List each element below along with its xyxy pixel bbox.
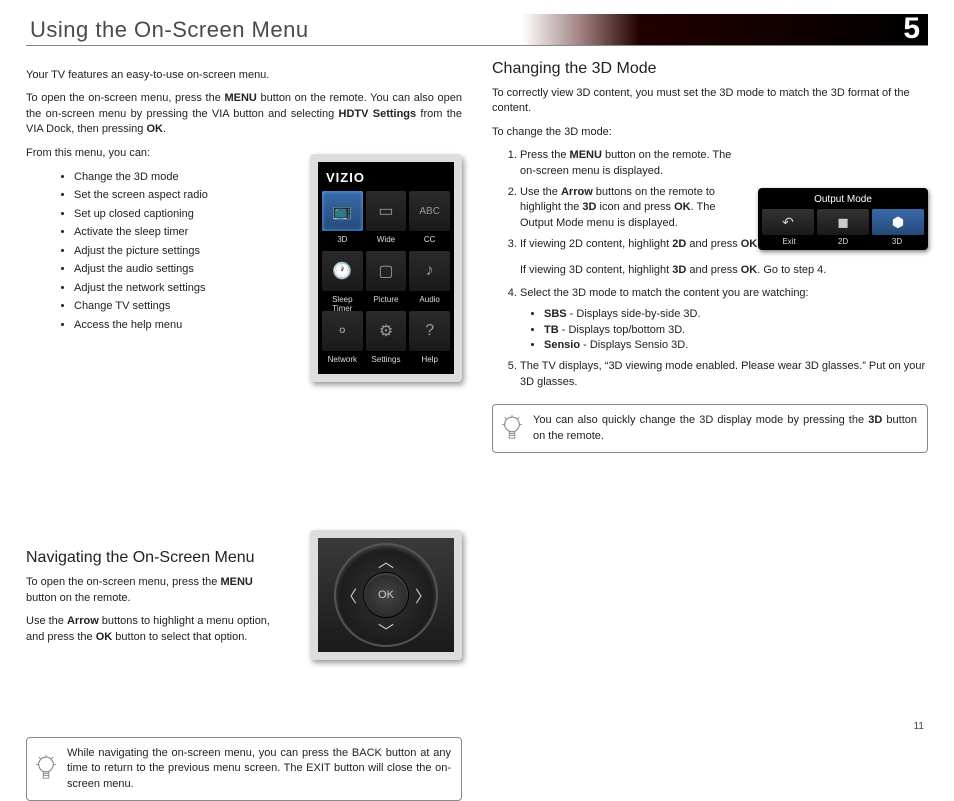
left-column: Your TV features an easy-to-use on-scree… xyxy=(26,60,462,801)
list-item: Set up closed captioning xyxy=(74,206,286,223)
mode-item: SBS - Displays side-by-side 3D. xyxy=(544,307,928,322)
list-item: Change TV settings xyxy=(74,298,286,315)
chevron-left-icon: 〈 xyxy=(341,583,357,607)
chapter-number: 5 xyxy=(903,12,920,46)
square-icon: ◼ xyxy=(817,209,869,235)
help-icon: ? xyxy=(409,311,450,351)
tv-icon: 📺 xyxy=(322,191,363,231)
step-4: Select the 3D mode to match the content … xyxy=(520,286,928,354)
ok-button-icon: OK xyxy=(364,573,408,617)
list-item: Adjust the network settings xyxy=(74,280,286,297)
steps-list: Press the MENU button on the remote. The… xyxy=(492,148,732,231)
intro-1: Your TV features an easy-to-use on-scree… xyxy=(26,68,462,83)
steps-list-cont: If viewing 2D content, highlight 2D and … xyxy=(492,237,928,390)
intro-2: To open the on-screen menu, press the ME… xyxy=(26,91,462,137)
right-lead: To change the 3D mode: xyxy=(492,125,928,140)
audio-icon: ♪ xyxy=(409,251,450,291)
step-5: The TV displays, “3D viewing mode enable… xyxy=(520,359,928,390)
tip-text: You can also quickly change the 3D displ… xyxy=(533,414,917,441)
picture-icon: ▢ xyxy=(366,251,407,291)
step-1: Press the MENU button on the remote. The… xyxy=(520,148,732,179)
nav-p2: Use the Arrow buttons to highlight a men… xyxy=(26,614,286,645)
lightbulb-icon xyxy=(35,755,57,783)
wide-icon: ▭ xyxy=(366,191,407,231)
page-number: 11 xyxy=(914,721,924,732)
subheading-3d-mode: Changing the 3D Mode xyxy=(492,60,928,78)
vizio-logo: VIZIO xyxy=(318,162,454,191)
step-2: Use the Arrow buttons on the remote to h… xyxy=(520,185,732,231)
chevron-down-icon: ﹀ xyxy=(378,618,394,642)
list-item: Change the 3D mode xyxy=(74,169,286,186)
gear-icon: ⚙ xyxy=(366,311,407,351)
output-mode-title: Output Mode xyxy=(762,192,924,209)
cc-icon: ABC xyxy=(409,191,450,231)
remote-dpad-image: OK ︿ ﹀ 〈 〉 xyxy=(310,530,462,660)
mode-item: Sensio - Displays Sensio 3D. xyxy=(544,338,928,353)
list-item: Adjust the audio settings xyxy=(74,261,286,278)
exit-icon: ↶ xyxy=(762,209,814,235)
feature-list: Change the 3D mode Set the screen aspect… xyxy=(26,169,286,334)
tip-box-3d: You can also quickly change the 3D displ… xyxy=(492,404,928,453)
right-column: Changing the 3D Mode To correctly view 3… xyxy=(492,60,928,801)
mode-item: TB - Displays top/bottom 3D. xyxy=(544,323,928,338)
output-mode-screenshot: Output Mode ↶ ◼ ⬢ Exit 2D 3D xyxy=(758,188,928,250)
right-intro: To correctly view 3D content, you must s… xyxy=(492,86,928,117)
cube-icon: ⬢ xyxy=(872,209,924,235)
title-bar: Using the On-Screen Menu 5 xyxy=(26,14,928,46)
list-item: Adjust the picture settings xyxy=(74,243,286,260)
tip-box-navigate: While navigating the on-screen menu, you… xyxy=(26,737,462,801)
list-item: Access the help menu xyxy=(74,317,286,334)
lightbulb-icon xyxy=(501,415,523,443)
list-item: Activate the sleep timer xyxy=(74,224,286,241)
tip-text: While navigating the on-screen menu, you… xyxy=(67,747,451,790)
clock-icon: 🕐 xyxy=(322,251,363,291)
nav-p1: To open the on-screen menu, press the ME… xyxy=(26,575,286,606)
vizio-menu-screenshot: VIZIO 📺 ▭ ABC 3D Wide CC 🕐 ▢ ♪ Sleep Tim… xyxy=(310,154,462,382)
chevron-right-icon: 〉 xyxy=(415,583,431,607)
chevron-up-icon: ︿ xyxy=(378,548,394,572)
list-item: Set the screen aspect radio xyxy=(74,187,286,204)
network-icon: ⚬ xyxy=(322,311,363,351)
page-title: Using the On-Screen Menu xyxy=(26,17,309,43)
